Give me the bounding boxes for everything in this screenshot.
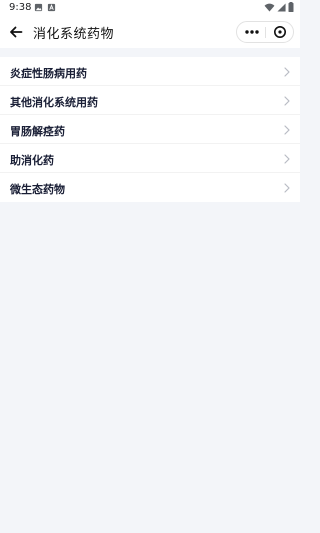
list-item-label: 微生态药物 [10, 183, 65, 196]
status-time: 9:38 [9, 2, 32, 13]
list-item[interactable]: 助消化药 [0, 144, 300, 173]
navigation-bar: 消化系统药物 [0, 16, 300, 48]
list-item[interactable]: 微生态药物 [0, 173, 300, 202]
chevron-right-icon [284, 67, 290, 77]
wifi-icon [264, 3, 275, 12]
chevron-right-icon [284, 154, 290, 164]
screen: 9:38 消化系统药物 炎症性肠病用药 其他消化系统用药 胃肠解痉药 助消化药 … [0, 0, 300, 533]
list-item[interactable]: 炎症性肠病用药 [0, 57, 300, 86]
image-icon [34, 3, 43, 12]
text-icon [47, 3, 56, 12]
arrow-left-icon [10, 26, 23, 38]
close-circle-icon [274, 26, 286, 38]
chevron-right-icon [284, 125, 290, 135]
list-item-label: 助消化药 [10, 154, 54, 167]
back-button[interactable] [6, 22, 26, 42]
battery-icon [288, 2, 294, 12]
more-dots-icon [245, 30, 259, 34]
close-button[interactable] [267, 22, 293, 42]
signal-icon [277, 2, 286, 12]
mini-program-capsule [236, 21, 294, 43]
list-item-label: 胃肠解痉药 [10, 125, 65, 138]
more-button[interactable] [239, 22, 265, 42]
list-item[interactable]: 胃肠解痉药 [0, 115, 300, 144]
list-item[interactable]: 其他消化系统用药 [0, 86, 300, 115]
list-item-label: 炎症性肠病用药 [10, 67, 87, 80]
page-title: 消化系统药物 [33, 27, 115, 42]
chevron-right-icon [284, 183, 290, 193]
status-bar: 9:38 [0, 0, 300, 16]
list-item-label: 其他消化系统用药 [10, 96, 98, 109]
category-list: 炎症性肠病用药 其他消化系统用药 胃肠解痉药 助消化药 微生态药物 [0, 57, 300, 202]
chevron-right-icon [284, 96, 290, 106]
capsule-divider [265, 27, 266, 38]
